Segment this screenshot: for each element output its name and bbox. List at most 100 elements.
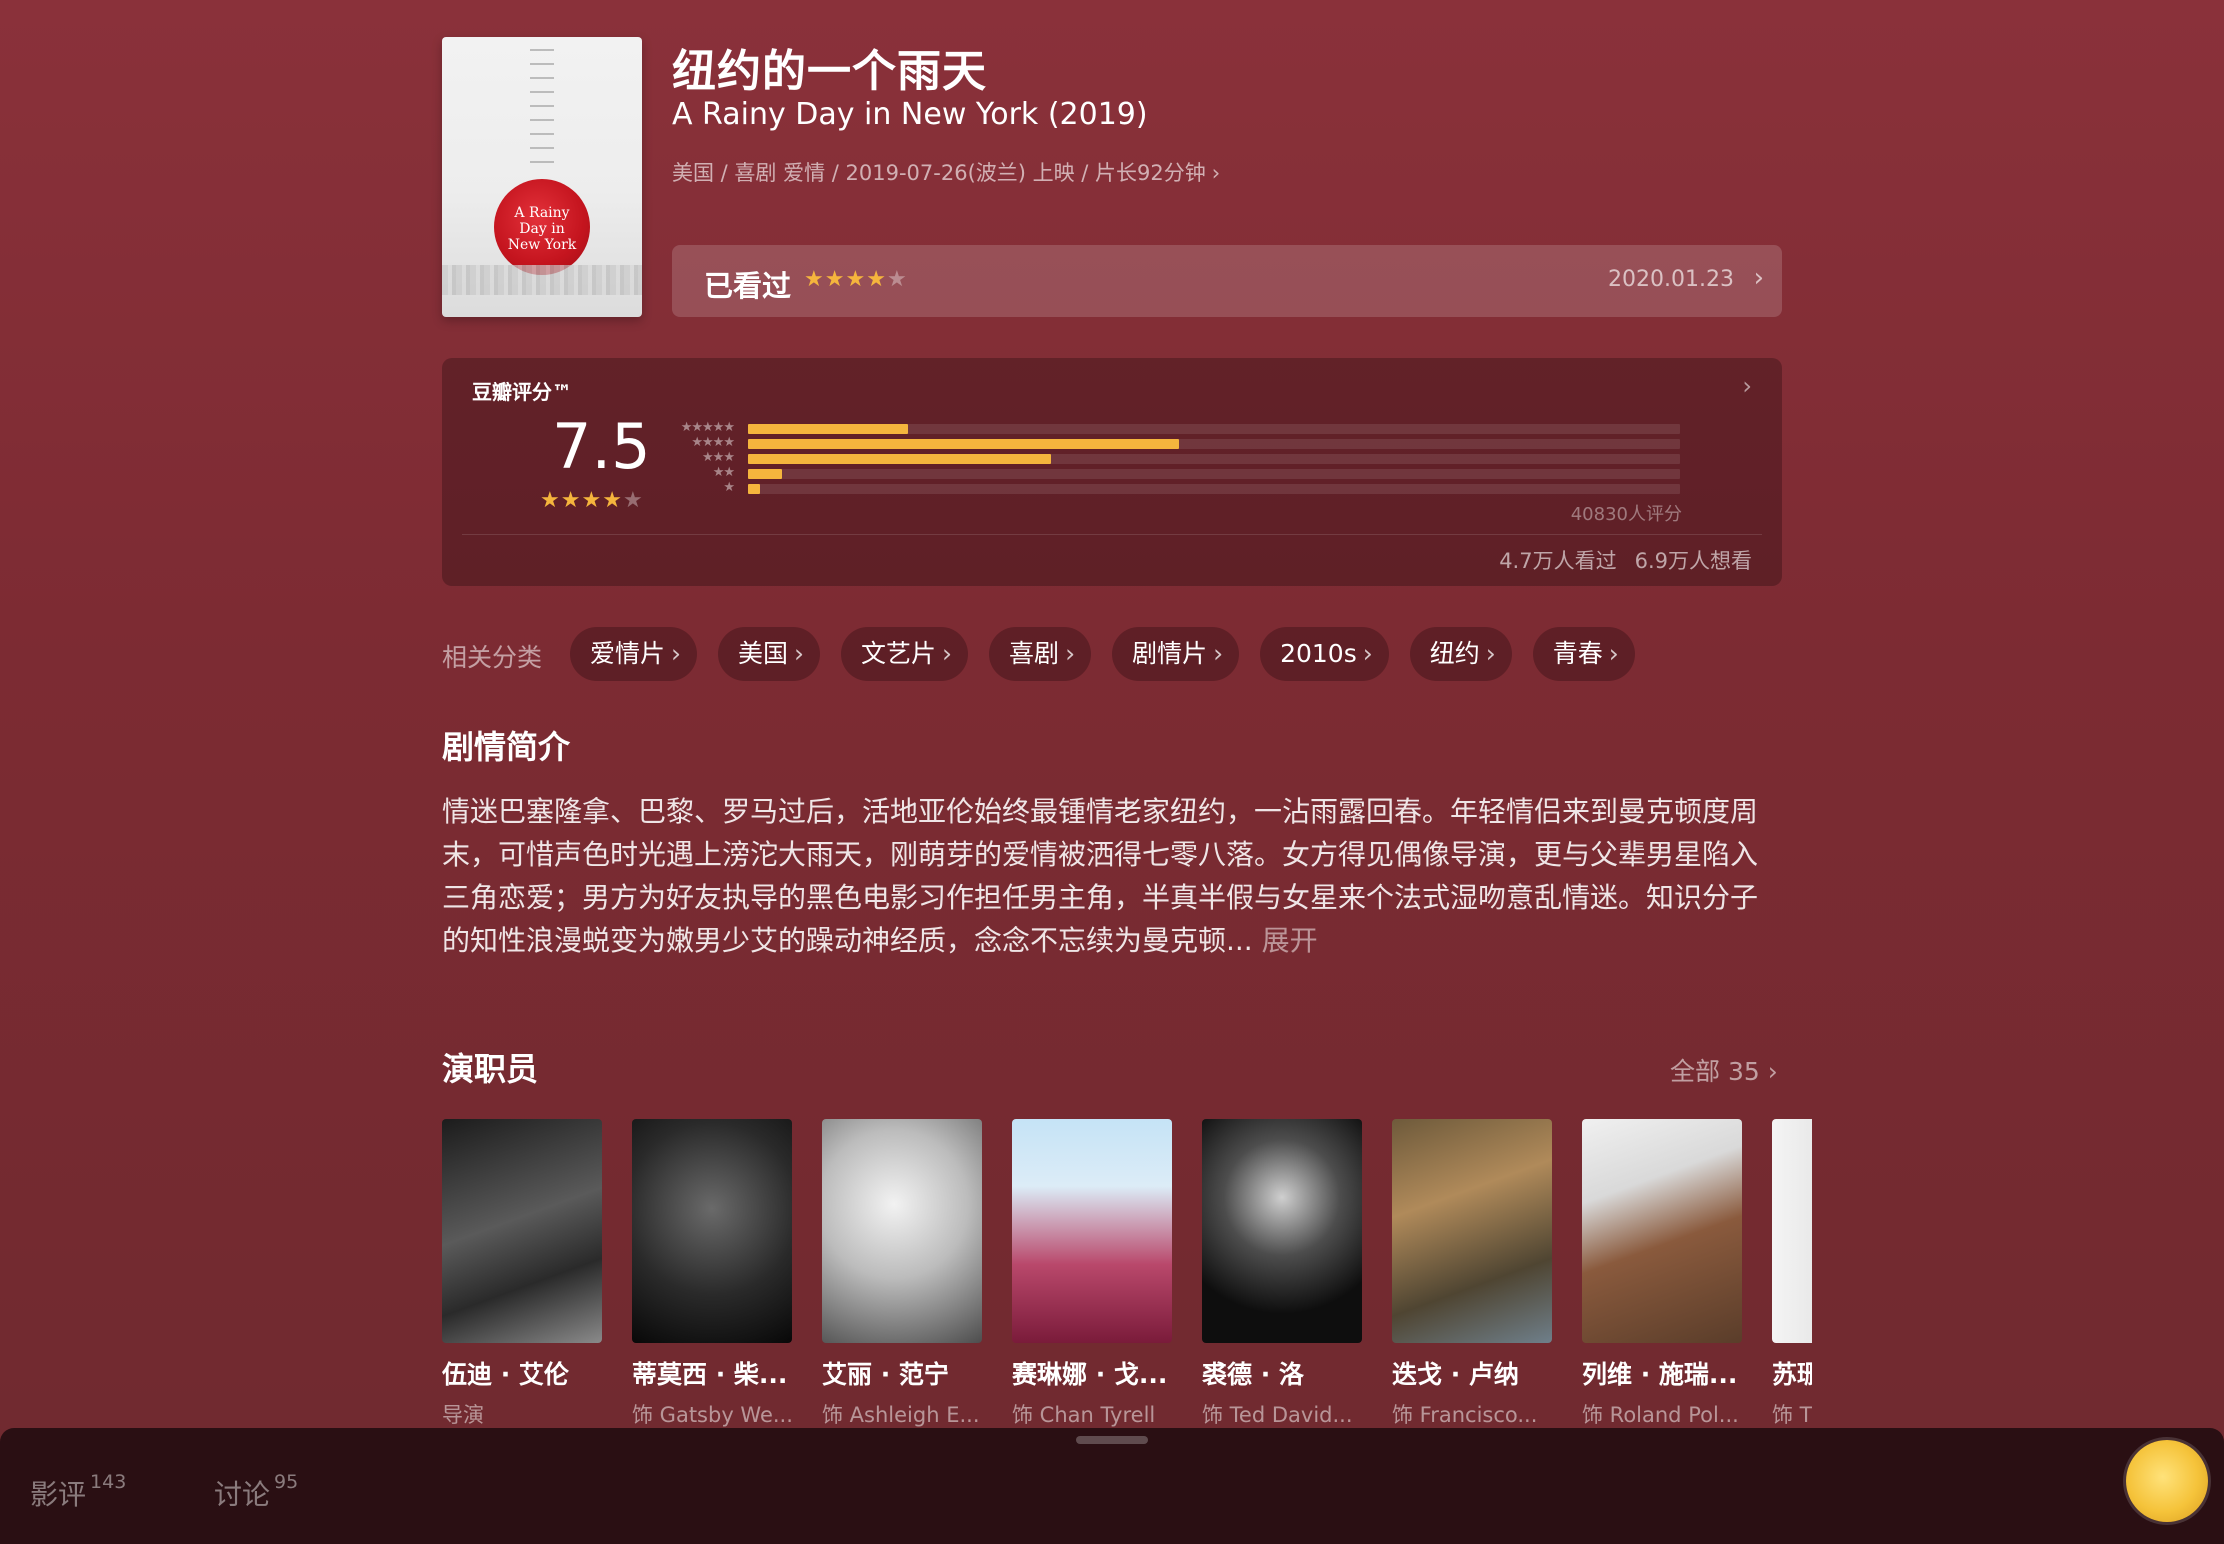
poster-skyline [442,265,642,295]
star-icon: ★ [560,488,582,513]
cast-photo [1772,1119,1812,1343]
douban-rating-card[interactable]: 豆瓣评分™ › 7.5 ★★★★★ ★★★★★ ★★★★ ★★★ ★★ ★ 40830人… [442,358,1782,586]
tag-chip[interactable]: 爱情片 › [570,627,698,681]
cast-role: 饰 T [1772,1403,1812,1427]
star-icon: ★ [824,267,846,292]
star-icon: ★ [581,488,603,513]
watched-date: 2020.01.23 [1608,267,1734,292]
cast-name: 伍迪 · 艾伦 [442,1360,569,1389]
drag-handle[interactable] [1076,1436,1148,1444]
rating-star-labels: ★★★★★ ★★★★ ★★★ ★★ ★ [664,420,735,495]
star-icon: ★ [540,488,561,513]
star-icon: ★ [804,267,825,292]
rating-bar-track-1 [748,484,1680,494]
tag-label: 青春 [1552,639,1603,668]
cast-card[interactable]: 裘德 · 洛饰 Ted David... [1202,1119,1362,1429]
watched-status-bar[interactable]: 已看过 ★★★★★ 2020.01.23 › [672,245,1782,317]
star-icon: ★ [886,267,908,292]
rating-bar-track-4 [748,439,1680,449]
tag-label: 美国 [738,639,789,668]
chevron-right-icon: › [942,639,953,668]
cast-name: 艾丽 · 范宁 [822,1360,949,1389]
user-avatar[interactable] [2126,1440,2208,1522]
movie-title-en: A Rainy Day in New York (2019) [672,97,1148,132]
cast-title: 演职员 [442,1050,539,1088]
rating-bar-2 [748,469,782,479]
tag-chip[interactable]: 纽约 › [1409,627,1512,681]
tag-chip[interactable]: 美国 › [718,627,821,681]
rating-bar-track-5 [748,424,1680,434]
cast-photo [442,1119,602,1343]
rating-count: 40830人评分 [1570,504,1682,525]
synopsis-expand-link[interactable]: 展开 [1262,924,1318,957]
star-icon: ★ [622,488,644,513]
star-icon: ★ [845,267,867,292]
cast-photo [822,1119,982,1343]
rating-title: 豆瓣评分™ [472,380,572,404]
rating-bar-track-2 [748,469,1680,479]
cast-photo [1202,1119,1362,1343]
star-icon: ★ [866,267,887,292]
watched-stars: ★★★★★ [804,267,908,292]
poster-title: A Rainy Day in New York [507,205,577,253]
star-label-5: ★★★★★ [680,420,735,435]
tag-chip[interactable]: 青春 › [1532,627,1635,681]
movie-poster[interactable]: A Rainy Day in New York [442,37,642,317]
synopsis-text: 情迷巴塞隆拿、巴黎、罗马过后，活地亚伦始终最锺情老家纽约，一沾雨露回春。年轻情侣… [442,790,1782,962]
cast-card[interactable]: 迭戈 · 卢纳饰 Francisco... [1392,1119,1552,1429]
chevron-right-icon: › [1753,263,1764,293]
chevron-right-icon: › [1767,1057,1778,1086]
tag-chip[interactable]: 喜剧 › [989,627,1092,681]
tab-reviews-count: 143 [90,1471,127,1493]
cast-role: 饰 Gatsby We... [632,1403,792,1427]
movie-meta[interactable]: 美国 / 喜剧 爱情 / 2019-07-26(波兰) 上映 / 片长92分钟 › [672,157,1220,187]
cast-role: 饰 Chan Tyrell [1012,1403,1156,1427]
star-label-3: ★★★ [702,450,735,465]
rating-stars: ★★★★★ [540,488,644,513]
chevron-right-icon: › [1362,639,1373,668]
cast-card[interactable]: 伍迪 · 艾伦导演 [442,1119,602,1429]
bottom-bar [0,1428,2224,1544]
cast-name: 裘德 · 洛 [1202,1360,1304,1389]
tag-chip[interactable]: 文艺片 › [841,627,969,681]
watched-label: 已看过 [704,269,792,303]
cast-all-link[interactable]: 全部 35 › [1670,1052,1778,1088]
tag-chip[interactable]: 剧情片 › [1112,627,1240,681]
tag-chip[interactable]: 2010s › [1260,627,1389,681]
cast-role: 饰 Roland Pol... [1582,1403,1739,1427]
chevron-right-icon: › [671,639,682,668]
chevron-right-icon: › [1065,639,1076,668]
chevron-right-icon: › [1608,639,1619,668]
related-tags: 爱情片 › 美国 › 文艺片 › 喜剧 › 剧情片 › 2010s › 纽约 › 青春 › [570,627,1635,681]
rating-score: 7.5 [552,410,651,483]
cast-card[interactable]: 苏珊饰 T [1772,1119,1812,1429]
cast-card[interactable]: 赛琳娜 · 戈... 饰 Chan Tyrell [1012,1119,1172,1429]
tab-discussion[interactable]: 讨论 95 [214,1471,298,1513]
movie-meta-text: 美国 / 喜剧 爱情 / 2019-07-26(波兰) 上映 / 片长92分钟 [672,161,1206,185]
cast-photo [1012,1119,1172,1343]
rating-bar-3 [748,454,1051,464]
chevron-right-icon: › [1213,639,1224,668]
tag-label: 文艺片 [861,639,937,668]
chevron-right-icon: › [794,639,805,668]
cast-role: 导演 [442,1403,484,1427]
tag-label: 2010s [1280,639,1357,668]
tab-reviews[interactable]: 影评 143 [30,1471,127,1513]
synopsis-title: 剧情简介 [442,728,571,766]
seen-count: 4.7万人看过 [1499,549,1617,573]
chevron-right-icon: › [1742,372,1752,400]
cast-card[interactable]: 艾丽 · 范宁饰 Ashleigh E... [822,1119,982,1429]
cast-name: 苏珊 [1772,1360,1812,1389]
movie-title-cn: 纽约的一个雨天 [672,46,987,97]
rating-bar-1 [748,484,761,494]
cast-photo [1392,1119,1552,1343]
tag-label: 纽约 [1429,639,1480,668]
rating-seen-want: 4.7万人看过 6.9万人想看 [1499,545,1752,575]
cast-card[interactable]: 蒂莫西 · 柴... 饰 Gatsby We... [632,1119,792,1429]
tag-label: 剧情片 [1132,639,1208,668]
rating-divider [462,534,1762,535]
cast-card[interactable]: 列维 · 施瑞... 饰 Roland Pol... [1582,1119,1742,1429]
cast-role: 饰 Ashleigh E... [822,1403,980,1427]
rating-distribution [748,424,1680,499]
cast-name: 赛琳娜 · 戈... [1012,1360,1168,1389]
